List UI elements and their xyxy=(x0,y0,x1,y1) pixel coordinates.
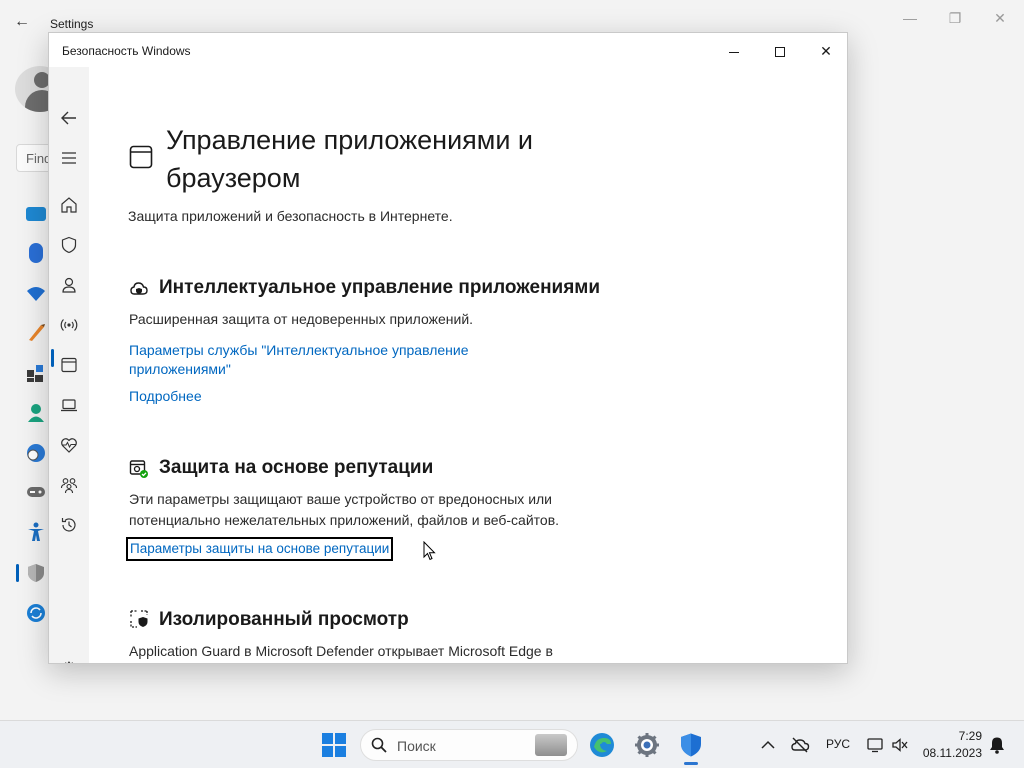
wireless-icon xyxy=(60,319,78,331)
notifications-button[interactable] xyxy=(987,735,1007,755)
speaker-muted-icon xyxy=(892,738,908,752)
gear-icon xyxy=(64,661,74,663)
privacy-security-icon[interactable] xyxy=(26,563,46,583)
personalization-icon[interactable] xyxy=(26,322,46,342)
maximize-button[interactable] xyxy=(757,37,803,65)
taskbar-search[interactable]: Поиск xyxy=(360,729,578,761)
sidebar-item-protection-history[interactable] xyxy=(53,509,85,541)
settings-selected-indicator xyxy=(16,564,19,582)
minimize-button[interactable] xyxy=(711,37,757,65)
settings-minimize-button[interactable]: — xyxy=(900,8,920,28)
bell-icon xyxy=(990,737,1004,754)
history-icon xyxy=(61,518,76,532)
windows-update-icon[interactable] xyxy=(26,603,46,623)
sidebar-item-virus-protection[interactable] xyxy=(53,229,85,261)
accounts-icon[interactable] xyxy=(26,403,46,423)
security-window-title: Безопасность Windows xyxy=(62,44,191,58)
app-browser-icon xyxy=(129,145,153,169)
taskbar-search-placeholder: Поиск xyxy=(397,738,436,754)
isolated-browsing-description: Application Guard в Microsoft Defender о… xyxy=(129,643,553,659)
app-browser-icon xyxy=(61,357,77,373)
gaming-icon[interactable] xyxy=(26,484,46,504)
bluetooth-icon[interactable] xyxy=(29,243,43,263)
hamburger-icon xyxy=(62,152,76,164)
clock-time[interactable]: 7:29 xyxy=(924,729,982,743)
sidebar-item-device-health[interactable] xyxy=(53,429,85,461)
isolated-browsing-icon xyxy=(130,610,148,628)
input-language-indicator[interactable]: РУС xyxy=(826,737,850,751)
show-hidden-icons-button[interactable] xyxy=(758,735,778,755)
settings-close-button[interactable]: ✕ xyxy=(990,8,1010,28)
maximize-icon xyxy=(775,47,785,58)
reputation-protection-settings-link[interactable]: Параметры защиты на основе репутации xyxy=(126,537,394,561)
sidebar-item-settings[interactable] xyxy=(53,653,85,663)
sidebar-item-family-options[interactable] xyxy=(53,469,85,501)
apps-icon[interactable] xyxy=(26,363,46,383)
back-button[interactable] xyxy=(53,102,85,134)
reputation-protection-icon xyxy=(129,460,148,478)
edge-icon xyxy=(590,733,614,757)
minimize-icon xyxy=(729,51,739,53)
settings-window-title: Settings xyxy=(50,17,94,31)
taskbar-settings-button[interactable] xyxy=(631,729,663,761)
security-titlebar: Безопасность Windows ✕ xyxy=(49,33,847,67)
taskbar: Поиск РУС 7:29 08.11.2023 xyxy=(0,720,1024,768)
home-icon xyxy=(61,197,77,213)
reputation-protection-heading: Защита на основе репутации xyxy=(159,457,434,478)
windows-security-window: Безопасность Windows ✕ Управление прилож… xyxy=(48,32,848,664)
settings-restore-button[interactable]: ❐ xyxy=(945,8,965,28)
display-status-button[interactable] xyxy=(865,735,885,755)
smart-app-control-more-link[interactable]: Подробнее xyxy=(129,387,202,406)
active-app-indicator xyxy=(684,762,698,765)
reputation-protection-description: Эти параметры защищают ваше устройство о… xyxy=(129,491,560,528)
start-button[interactable] xyxy=(322,733,346,757)
system-icon[interactable] xyxy=(26,207,46,221)
smart-app-control-heading: Интеллектуальное управление приложениями xyxy=(159,277,601,298)
mouse-cursor-icon xyxy=(423,541,436,561)
monitor-icon xyxy=(867,738,883,753)
person-icon xyxy=(62,277,76,293)
settings-gear-icon xyxy=(635,733,659,757)
sidebar-item-account-protection[interactable] xyxy=(53,269,85,301)
smart-app-control-description: Расширенная защита от недоверенных прило… xyxy=(129,311,474,327)
sidebar-item-firewall[interactable] xyxy=(53,309,85,341)
security-shield-icon xyxy=(681,733,701,757)
cloud-offline-icon xyxy=(791,737,810,753)
search-highlight-image xyxy=(535,734,567,756)
smart-app-control-settings-link[interactable]: Параметры службы "Интеллектуальное управ… xyxy=(129,341,479,379)
sidebar-item-home[interactable] xyxy=(53,189,85,221)
clock-date[interactable]: 08.11.2023 xyxy=(920,746,982,760)
sidebar-item-app-browser-control[interactable] xyxy=(53,349,85,381)
network-status-button[interactable] xyxy=(790,735,810,755)
sidebar-item-device-security[interactable] xyxy=(53,389,85,421)
isolated-browsing-heading: Изолированный просмотр xyxy=(159,609,409,630)
heart-pulse-icon xyxy=(61,438,77,453)
taskbar-edge-button[interactable] xyxy=(586,729,618,761)
cloud-shield-icon xyxy=(130,282,148,295)
network-icon[interactable] xyxy=(26,286,46,306)
page-subtitle: Защита приложений и безопасность в Интер… xyxy=(128,208,453,224)
page-title: Управление приложениями и браузером xyxy=(166,125,534,193)
volume-button[interactable] xyxy=(890,735,910,755)
settings-titlebar: ← Settings — ❐ ✕ xyxy=(0,0,1024,34)
taskbar-windows-security-button[interactable] xyxy=(675,729,707,761)
chevron-up-icon xyxy=(761,740,775,749)
accessibility-icon[interactable] xyxy=(26,522,46,542)
back-arrow-icon xyxy=(61,111,76,125)
laptop-icon xyxy=(61,399,77,412)
security-sidebar xyxy=(49,67,89,663)
close-button[interactable]: ✕ xyxy=(803,37,847,65)
time-language-icon[interactable] xyxy=(26,443,46,463)
family-icon xyxy=(60,478,78,494)
close-icon: ✕ xyxy=(820,43,832,59)
menu-button[interactable] xyxy=(53,142,85,174)
shield-icon xyxy=(61,236,77,254)
search-icon xyxy=(371,737,387,753)
app-browser-control-page: Управление приложениями и браузером Защи… xyxy=(89,67,847,663)
settings-back-icon[interactable]: ← xyxy=(14,12,34,32)
